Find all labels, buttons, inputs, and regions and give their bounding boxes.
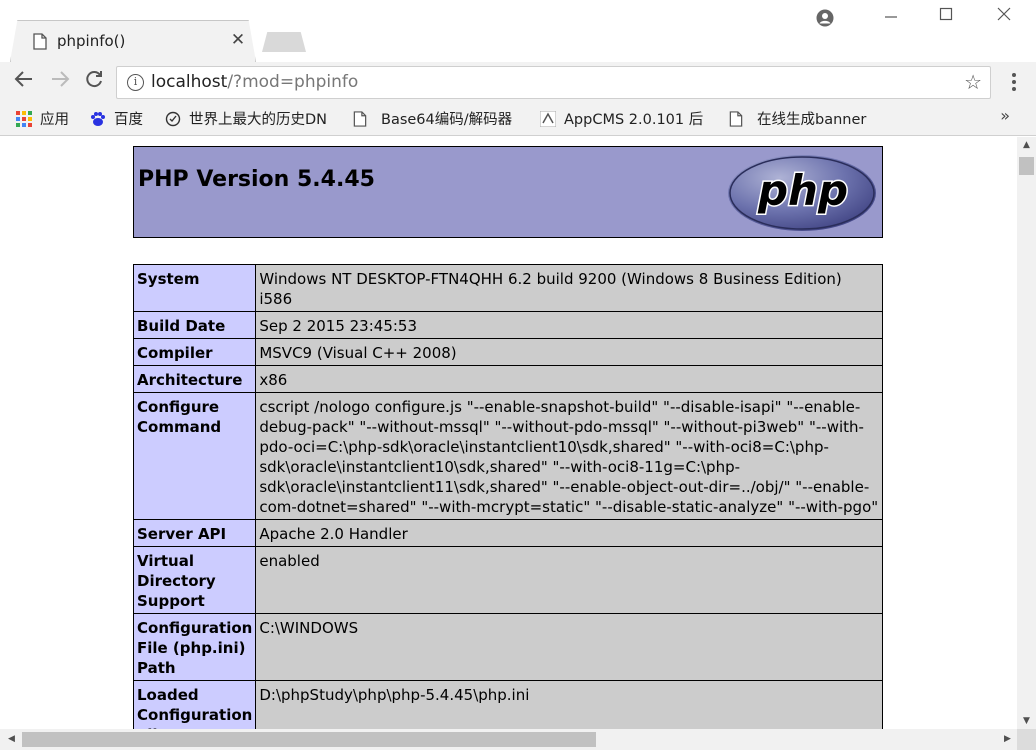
- forward-arrow-icon: [52, 71, 70, 87]
- row-key: Architecture: [132, 365, 257, 393]
- close-window-button[interactable]: [990, 6, 1018, 30]
- row-value: Windows NT DESKTOP-FTN4QHH 6.2 build 920…: [255, 264, 883, 312]
- bookmark-label: Base64编码/解码器: [381, 112, 513, 128]
- browser-menu-button[interactable]: [1004, 70, 1024, 96]
- vertical-scroll-thumb[interactable]: [1019, 157, 1034, 175]
- row-key: Build Date: [132, 311, 257, 339]
- history-icon: [165, 111, 181, 127]
- page-viewport: PHP Version 5.4.45 php php System Windows…: [0, 137, 1017, 729]
- forward-button[interactable]: [46, 68, 74, 96]
- phpinfo-table: System Windows NT DESKTOP-FTN4QHH 6.2 bui…: [132, 264, 883, 729]
- logo-text: php: [757, 166, 848, 215]
- title-bar: phpinfo() ✕: [0, 0, 1036, 62]
- phpinfo-container: PHP Version 5.4.45 php php System Windows…: [132, 146, 883, 729]
- back-arrow-icon: [14, 71, 32, 87]
- table-row: Compiler MSVC9 (Visual C++ 2008): [132, 338, 883, 366]
- bookmark-label: 世界上最大的历史DN: [189, 112, 328, 128]
- scroll-right-icon[interactable]: ▶: [998, 734, 1017, 744]
- bookmark-history[interactable]: 世界上最大的历史DN: [165, 108, 335, 130]
- row-key: System: [132, 264, 257, 312]
- tab-title: phpinfo(): [57, 32, 126, 50]
- page-title: PHP Version 5.4.45: [138, 167, 375, 192]
- profile-icon[interactable]: [816, 9, 834, 27]
- row-value: cscript /nologo configure.js "--enable-s…: [255, 392, 883, 520]
- minimize-button[interactable]: [877, 6, 905, 30]
- row-value: Apache 2.0 Handler: [255, 519, 883, 547]
- reload-icon: [86, 71, 102, 88]
- address-bar[interactable]: i localhost/?mod=phpinfo ☆: [116, 66, 991, 99]
- row-value: D:\phpStudy\php\php-5.4.45\php.ini: [255, 680, 883, 729]
- bookmark-label: 在线生成banner: [757, 112, 867, 128]
- vertical-scrollbar[interactable]: ▲ ▼: [1017, 137, 1036, 729]
- row-key: Compiler: [132, 338, 257, 366]
- php-logo: php php: [728, 155, 876, 231]
- row-value: C:\WINDOWS: [255, 613, 883, 681]
- row-value: x86: [255, 365, 883, 393]
- row-value: MSVC9 (Visual C++ 2008): [255, 338, 883, 366]
- bookmark-label: AppCMS 2.0.101 后: [564, 112, 704, 128]
- bookmark-star-icon[interactable]: ☆: [964, 70, 982, 94]
- php-version-header: PHP Version 5.4.45 php php: [133, 146, 883, 238]
- baidu-paw-icon: [91, 112, 105, 126]
- bookmark-base64[interactable]: Base64编码/解码器: [352, 108, 524, 130]
- appcms-icon: [540, 111, 556, 127]
- table-row: Server API Apache 2.0 Handler: [132, 519, 883, 547]
- table-row: Build Date Sep 2 2015 23:45:53: [132, 311, 883, 339]
- row-value: enabled: [255, 546, 883, 614]
- bookmark-label: 应用: [40, 112, 69, 128]
- table-row: Configuration File (php.ini) Path C:\WIND…: [132, 613, 883, 681]
- table-row: Virtual Directory Support enabled: [132, 546, 883, 614]
- bookmark-baidu[interactable]: 百度: [90, 108, 143, 130]
- tab-close-icon[interactable]: ✕: [229, 30, 247, 50]
- row-key: Server API: [132, 519, 257, 547]
- horizontal-scrollbar[interactable]: ◀ ▶: [0, 729, 1017, 750]
- table-row: Configure Command cscript /nologo configu…: [132, 392, 883, 520]
- bookmark-label: 百度: [114, 112, 143, 128]
- bookmarks-bar: 应用 百度 世界上最大的历史DN Base64编码/解码器 AppCMS 2.0…: [0, 102, 1036, 136]
- row-value: Sep 2 2015 23:45:53: [255, 311, 883, 339]
- apps-grid-icon: [16, 111, 32, 127]
- row-key: Virtual Directory Support: [132, 546, 257, 614]
- bookmark-banner[interactable]: 在线生成banner: [728, 108, 878, 130]
- row-key: Loaded Configuration File: [132, 680, 257, 729]
- bookmarks-overflow-icon[interactable]: »: [1000, 106, 1010, 125]
- reload-button[interactable]: [80, 68, 108, 96]
- table-row: Loaded Configuration FileD:\phpStudy\php…: [132, 680, 883, 729]
- horizontal-scroll-thumb[interactable]: [22, 732, 596, 747]
- browser-toolbar: i localhost/?mod=phpinfo ☆: [0, 62, 1036, 102]
- page-icon: [729, 111, 743, 127]
- bookmark-apps[interactable]: 应用: [16, 108, 69, 130]
- table-row: Architecture x86: [132, 365, 883, 393]
- scroll-up-icon[interactable]: ▲: [1017, 140, 1036, 150]
- scroll-down-icon[interactable]: ▼: [1017, 716, 1036, 726]
- row-key: Configure Command: [132, 392, 257, 520]
- url-path: /?mod=phpinfo: [227, 72, 359, 92]
- url-host: localhost: [151, 72, 228, 92]
- scrollbar-corner: [1017, 729, 1036, 750]
- row-key: Configuration File (php.ini) Path: [132, 613, 257, 681]
- site-info-icon[interactable]: i: [127, 74, 144, 91]
- scroll-left-icon[interactable]: ◀: [2, 734, 21, 744]
- page-icon: [353, 111, 367, 127]
- bookmark-appcms[interactable]: AppCMS 2.0.101 后: [540, 108, 712, 130]
- back-button[interactable]: [10, 68, 38, 96]
- browser-tab[interactable]: phpinfo() ✕: [10, 20, 256, 62]
- new-tab-button[interactable]: [262, 32, 306, 52]
- page-icon: [33, 33, 47, 50]
- table-row: System Windows NT DESKTOP-FTN4QHH 6.2 bui…: [132, 264, 883, 312]
- maximize-button[interactable]: [932, 6, 960, 30]
- url-text[interactable]: localhost/?mod=phpinfo: [151, 72, 358, 92]
